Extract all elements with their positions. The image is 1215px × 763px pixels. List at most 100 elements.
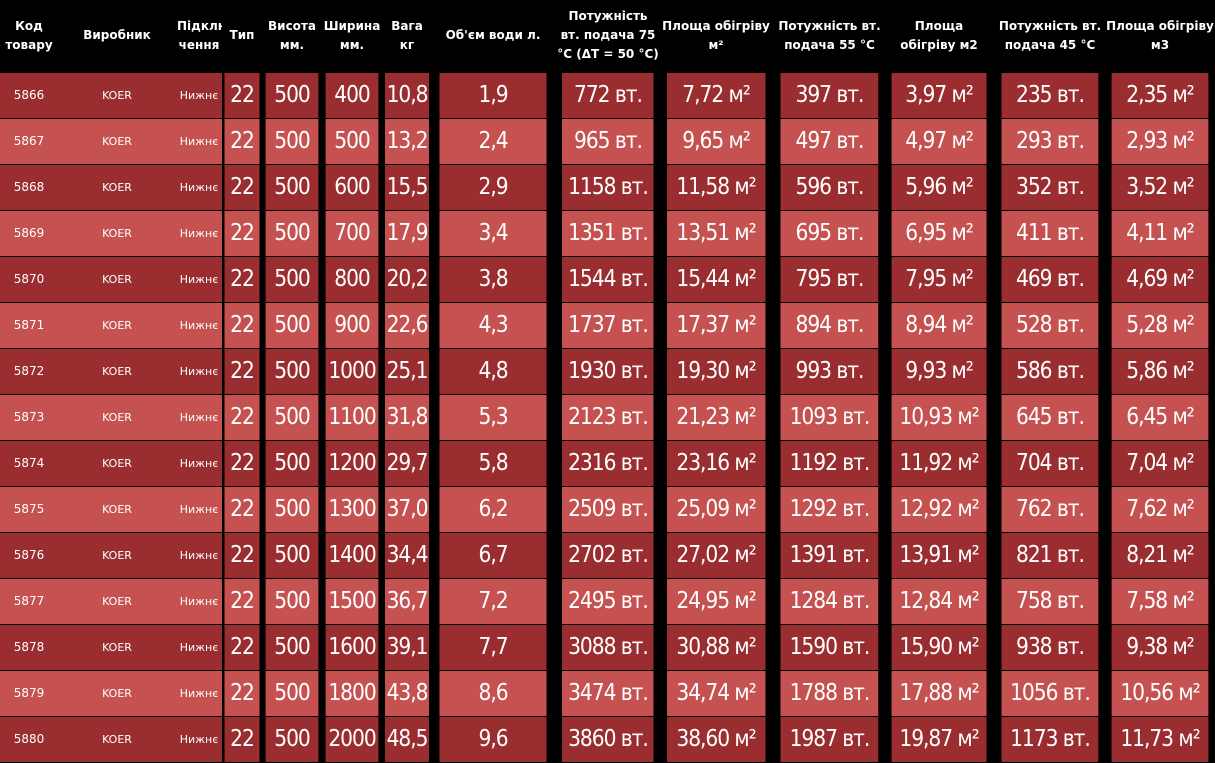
cell-power-55: 497 вт. [778, 117, 879, 164]
cell-area-75: 25,09 м² [666, 485, 767, 532]
header-power-75: Потужність вт. подача 75 °C (ΔT = 50 °C) [554, 0, 660, 72]
cell-code: 5870 [0, 255, 58, 302]
cell-volume: 6,7 [439, 531, 548, 578]
cell-code: 5871 [0, 301, 58, 348]
cell-area-75: 23,16 м² [666, 439, 767, 486]
cell-area-55: 3,97 м² [891, 71, 988, 118]
cell-power-75: 965 вт. [560, 117, 654, 164]
cell-connection: Нижнє [176, 577, 222, 624]
cell-power-55: 397 вт. [778, 71, 879, 118]
cell-area-55: 13,91 м² [891, 531, 988, 578]
cell-code: 5879 [0, 669, 58, 716]
cell-type: 22 [224, 715, 260, 762]
cell-power-45: 352 вт. [999, 163, 1099, 210]
cell-area-45: 7,62 м² [1111, 485, 1209, 532]
cell-area-75: 11,58 м² [666, 163, 767, 210]
cell-maker: KOER [58, 301, 176, 348]
cell-maker: KOER [58, 715, 176, 762]
table-body: 5866 KOER Нижнє 22 500 400 10,8 1,9 772 … [0, 71, 1215, 762]
cell-area-45: 2,35 м² [1111, 71, 1209, 118]
header-power-45: Потужність вт. подача 45 °C [993, 0, 1105, 72]
table-row: 5870 KOER Нижнє 22 500 800 20,2 3,8 1544… [0, 255, 1215, 302]
cell-weight: 15,5 [385, 163, 429, 210]
cell-volume: 4,3 [439, 301, 548, 348]
table-row: 5867 KOER Нижнє 22 500 500 13,2 2,4 965 … [0, 117, 1215, 164]
cell-code: 5873 [0, 393, 58, 440]
table-row: 5880 KOER Нижнє 22 500 2000 48,5 9,6 386… [0, 715, 1215, 762]
cell-power-75: 2316 вт. [560, 439, 654, 486]
cell-code: 5880 [0, 715, 58, 762]
cell-area-45: 4,69 м² [1111, 255, 1209, 302]
cell-area-45: 10,56 м² [1111, 669, 1209, 716]
cell-area-45: 2,93 м² [1111, 117, 1209, 164]
cell-width: 1200 [325, 439, 379, 486]
cell-code: 5877 [0, 577, 58, 624]
cell-width: 500 [325, 117, 379, 164]
cell-weight: 39,1 [385, 623, 429, 670]
table-row: 5869 KOER Нижнє 22 500 700 17,9 3,4 1351… [0, 209, 1215, 256]
cell-power-75: 2123 вт. [560, 393, 654, 440]
cell-weight: 34,4 [385, 531, 429, 578]
cell-height: 500 [265, 301, 319, 348]
cell-width: 1800 [325, 669, 379, 716]
header-row: Код товару Виробник Підклю чення Тип Вис… [0, 0, 1215, 72]
cell-power-55: 1284 вт. [778, 577, 879, 624]
cell-connection: Нижнє [176, 393, 222, 440]
cell-weight: 13,2 [385, 117, 429, 164]
cell-type: 22 [224, 577, 260, 624]
table-row: 5875 KOER Нижнє 22 500 1300 37,0 6,2 250… [0, 485, 1215, 532]
cell-maker: KOER [58, 577, 176, 624]
cell-code: 5874 [0, 439, 58, 486]
header-power-55: Потужність вт. подача 55 °C [772, 0, 885, 72]
cell-height: 500 [265, 439, 319, 486]
cell-power-45: 469 вт. [999, 255, 1099, 302]
cell-code: 5869 [0, 209, 58, 256]
cell-maker: KOER [58, 669, 176, 716]
cell-power-55: 1590 вт. [778, 623, 879, 670]
cell-power-45: 938 вт. [999, 623, 1099, 670]
cell-power-55: 1093 вт. [778, 393, 879, 440]
header-area-55: Площа обігріву м2 [885, 0, 994, 72]
cell-area-75: 17,37 м² [666, 301, 767, 348]
cell-maker: KOER [58, 485, 176, 532]
cell-power-55: 1192 вт. [778, 439, 879, 486]
header-width: Ширина мм. [322, 0, 382, 72]
cell-maker: KOER [58, 623, 176, 670]
cell-width: 2000 [325, 715, 379, 762]
cell-volume: 9,6 [439, 715, 548, 762]
cell-power-45: 1056 вт. [999, 669, 1099, 716]
cell-area-75: 15,44 м² [666, 255, 767, 302]
cell-volume: 5,8 [439, 439, 548, 486]
cell-weight: 22,6 [385, 301, 429, 348]
cell-width: 1300 [325, 485, 379, 532]
cell-area-45: 11,73 м² [1111, 715, 1209, 762]
cell-area-45: 7,58 м² [1111, 577, 1209, 624]
cell-type: 22 [224, 255, 260, 302]
cell-power-45: 1173 вт. [999, 715, 1099, 762]
cell-volume: 4,8 [439, 347, 548, 394]
cell-power-55: 795 вт. [778, 255, 879, 302]
cell-connection: Нижнє [176, 301, 222, 348]
cell-height: 500 [265, 485, 319, 532]
cell-width: 1500 [325, 577, 379, 624]
cell-power-75: 1737 вт. [560, 301, 654, 348]
cell-type: 22 [224, 301, 260, 348]
cell-maker: KOER [58, 71, 176, 118]
cell-maker: KOER [58, 117, 176, 164]
table-row: 5868 KOER Нижнє 22 500 600 15,5 2,9 1158… [0, 163, 1215, 210]
cell-width: 900 [325, 301, 379, 348]
cell-connection: Нижнє [176, 347, 222, 394]
cell-width: 600 [325, 163, 379, 210]
cell-power-75: 1351 вт. [560, 209, 654, 256]
cell-weight: 20,2 [385, 255, 429, 302]
cell-connection: Нижнє [176, 485, 222, 532]
cell-area-55: 12,92 м² [891, 485, 988, 532]
cell-area-75: 7,72 м² [666, 71, 767, 118]
cell-area-55: 5,96 м² [891, 163, 988, 210]
cell-volume: 2,4 [439, 117, 548, 164]
cell-power-45: 411 вт. [999, 209, 1099, 256]
cell-volume: 8,6 [439, 669, 548, 716]
cell-type: 22 [224, 623, 260, 670]
table-header: Код товару Виробник Підклю чення Тип Вис… [0, 0, 1215, 72]
cell-connection: Нижнє [176, 117, 222, 164]
